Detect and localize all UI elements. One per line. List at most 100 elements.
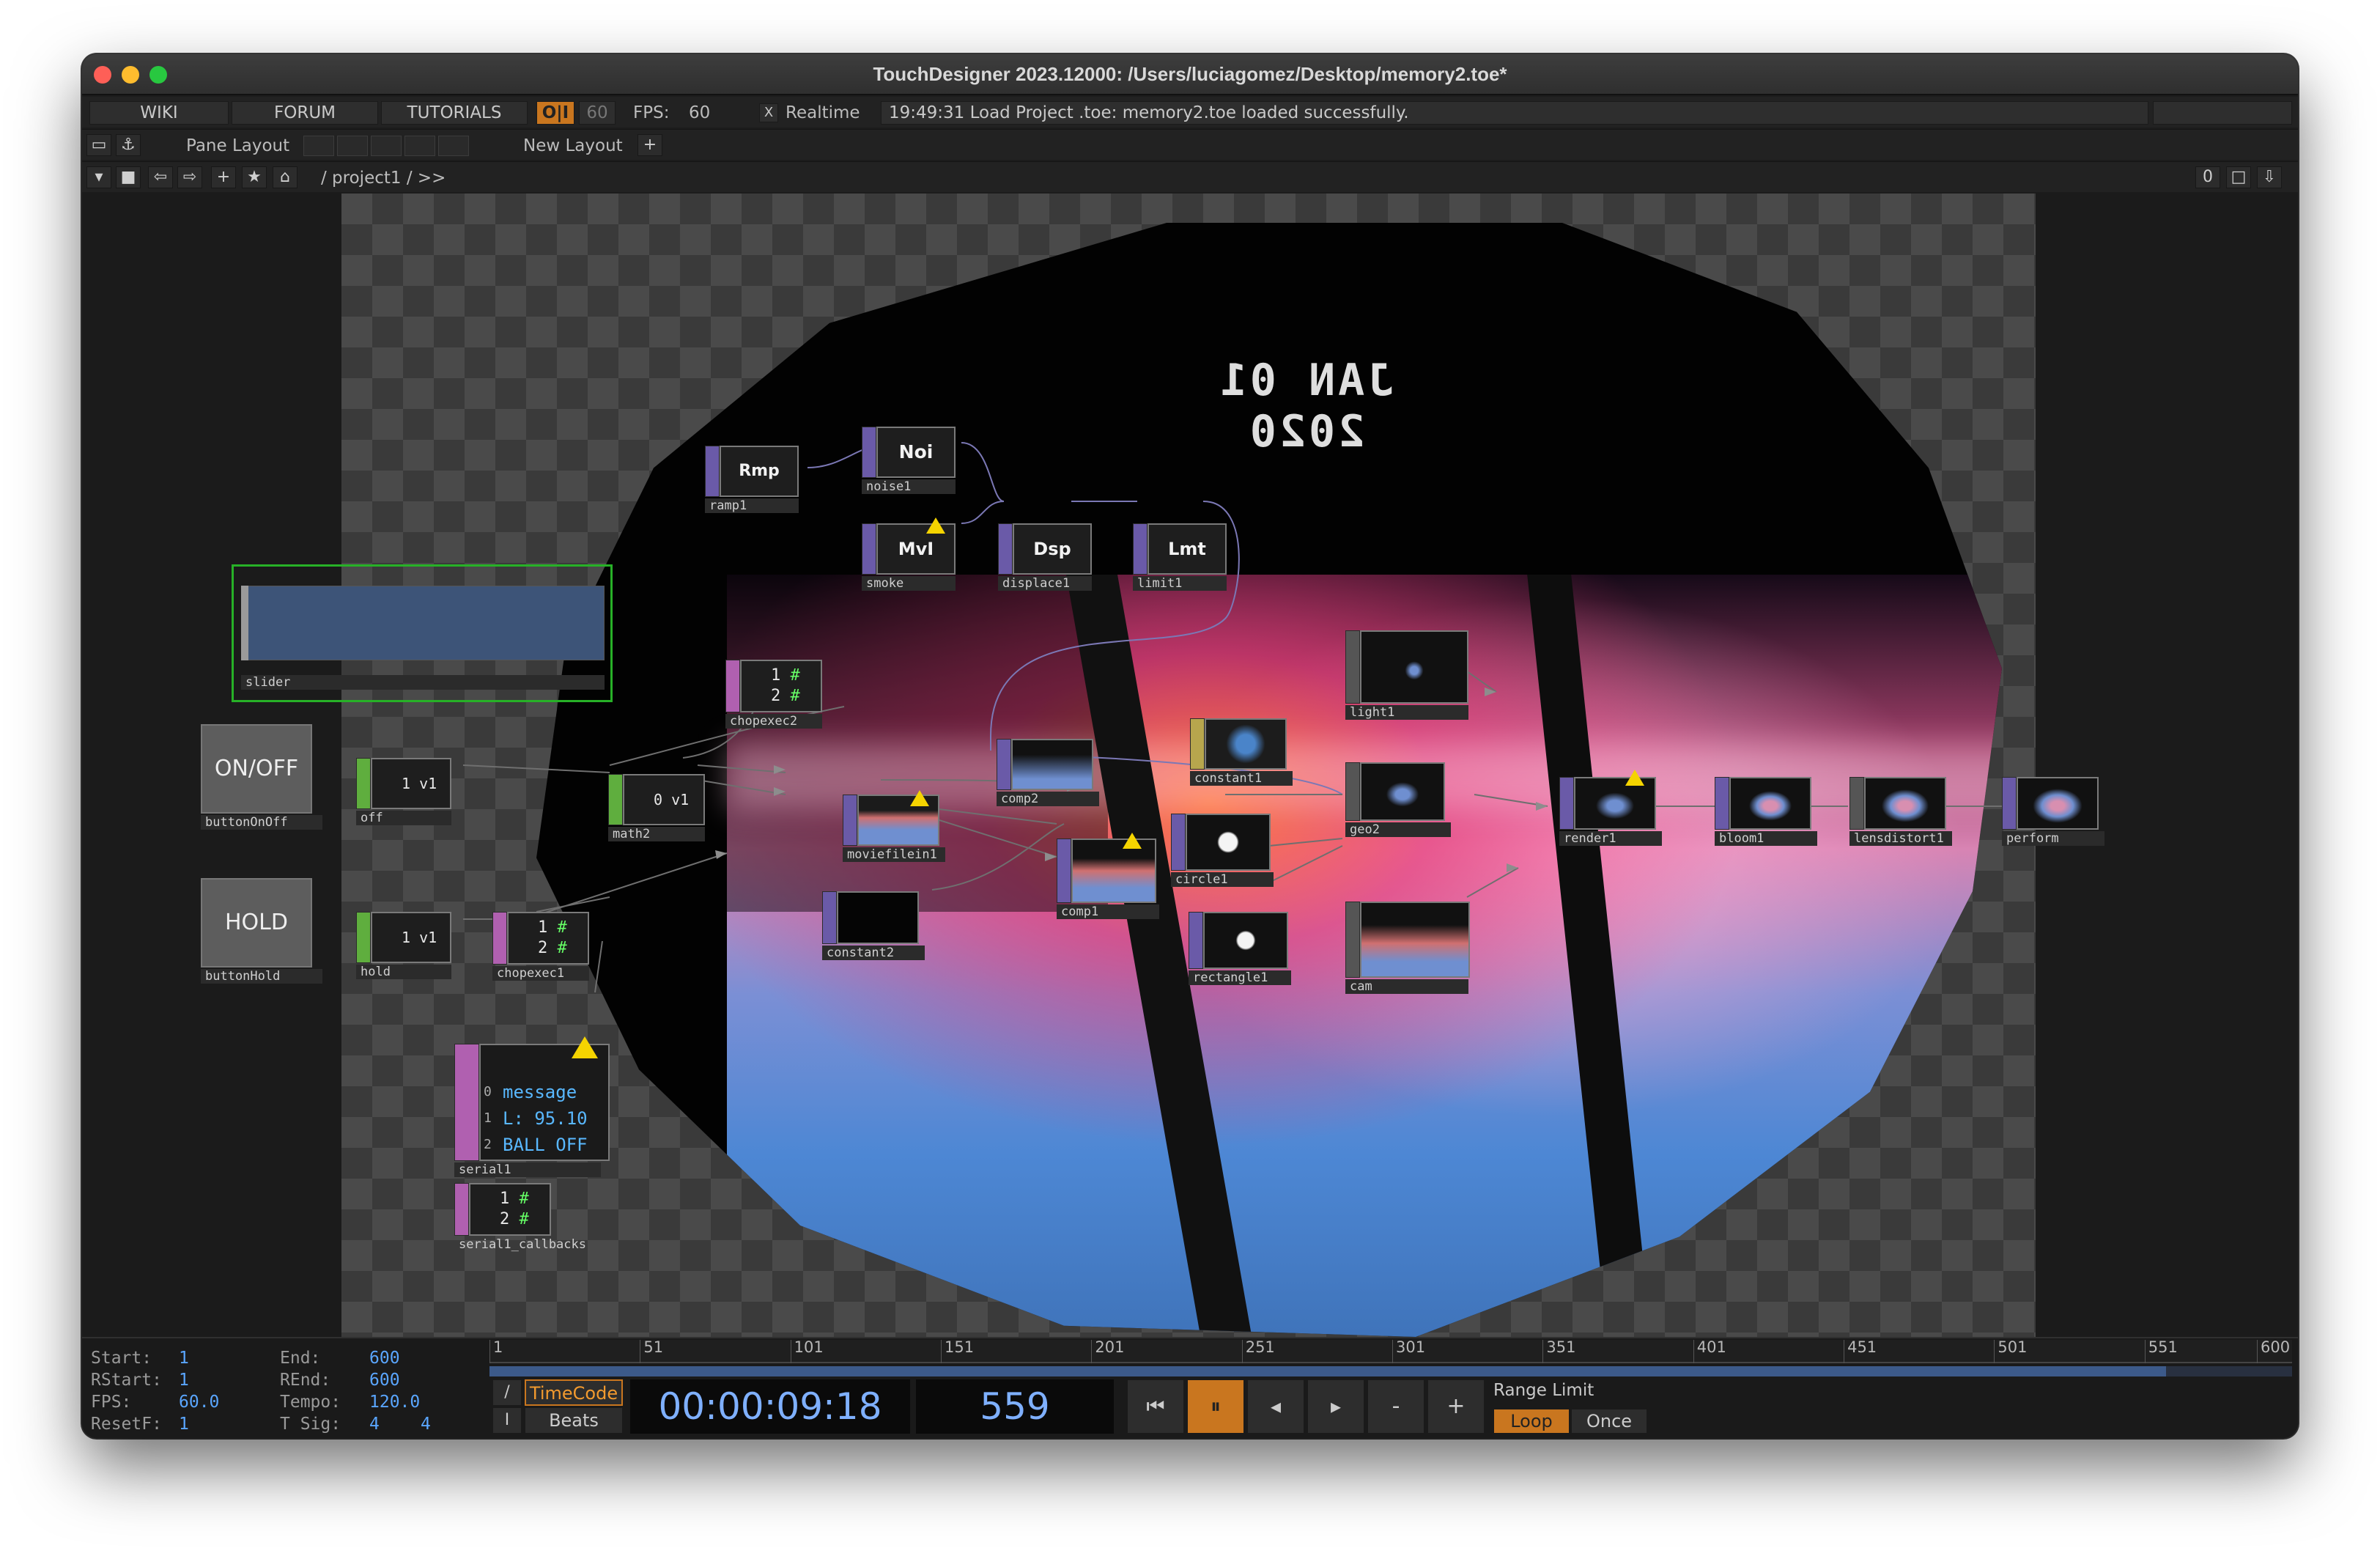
- layout-split-vertical-button[interactable]: [337, 136, 368, 156]
- decrease-button[interactable]: -: [1367, 1379, 1424, 1434]
- on-off-button[interactable]: ON/OFF: [201, 724, 312, 814]
- layout-split-horizontal-button[interactable]: [371, 136, 402, 156]
- node-moviefilein1[interactable]: moviefilein1: [843, 790, 953, 865]
- node-render1[interactable]: render1: [1559, 770, 1669, 847]
- node-chopexec2[interactable]: 1 # 2 # chopexec2: [725, 660, 828, 730]
- network-editor[interactable]: JAN 01 2020 Rmp ramp1 Noi noise1 MvI smo…: [82, 194, 2298, 1393]
- back-icon[interactable]: ⇦: [148, 166, 173, 188]
- node-limit1-label: limit1: [1133, 576, 1227, 591]
- home-icon[interactable]: ⌂: [273, 166, 298, 188]
- warning-icon: [926, 517, 945, 534]
- once-button[interactable]: Once: [1571, 1409, 1647, 1434]
- frame-display[interactable]: 559: [916, 1379, 1114, 1434]
- menu-bar: WIKI FORUM TUTORIALS O|I 60 FPS: 60 X Re…: [82, 97, 2298, 128]
- skip-to-start-icon[interactable]: ⏮: [1127, 1379, 1184, 1434]
- node-comp1[interactable]: comp1: [1057, 833, 1167, 921]
- forward-icon[interactable]: ⇨: [177, 166, 202, 188]
- node-noise1[interactable]: Noi noise1: [862, 427, 964, 494]
- node-buttonHold[interactable]: HOLD buttonHold: [201, 878, 325, 987]
- end-value[interactable]: 600: [369, 1349, 400, 1368]
- fps-label: FPS:: [91, 1393, 132, 1412]
- node-smoke[interactable]: MvI smoke: [862, 517, 964, 591]
- stop-icon[interactable]: ■: [116, 166, 141, 188]
- tsig-denominator[interactable]: 4: [421, 1415, 431, 1434]
- fps-value[interactable]: 60.0: [179, 1393, 219, 1412]
- node-lensdistort1[interactable]: lensdistort1: [1849, 777, 1959, 847]
- node-buttonOnOff[interactable]: ON/OFF buttonOnOff: [201, 724, 325, 833]
- beats-mode-icon[interactable]: I: [492, 1407, 522, 1434]
- rstart-value[interactable]: 1: [179, 1371, 189, 1390]
- timecode-mode-icon[interactable]: /: [492, 1379, 522, 1406]
- timecode-button[interactable]: TimeCode: [525, 1379, 623, 1406]
- node-perform[interactable]: perform: [2002, 777, 2112, 847]
- node-geo2[interactable]: geo2: [1345, 762, 1455, 838]
- node-comp2[interactable]: comp2: [997, 739, 1106, 809]
- rend-value[interactable]: 600: [369, 1371, 400, 1390]
- chopexec1-line2-num: 2: [538, 939, 548, 957]
- math2-value: 0: [654, 791, 663, 808]
- node-bloom1-label: bloom1: [1715, 831, 1817, 846]
- node-cam[interactable]: cam: [1345, 902, 1477, 995]
- node-serial1[interactable]: 0 1 2 message L: 95.10 BALL OFF serial1: [454, 1036, 616, 1179]
- beats-button[interactable]: Beats: [525, 1407, 623, 1434]
- node-light1[interactable]: light1: [1345, 630, 1477, 721]
- node-circle1[interactable]: circle1: [1171, 814, 1281, 887]
- tempo-label: Tempo:: [280, 1393, 341, 1412]
- realtime-checkbox[interactable]: X: [759, 103, 778, 122]
- layout-three-pane-button[interactable]: [404, 136, 435, 156]
- forum-button[interactable]: FORUM: [232, 101, 378, 125]
- slider-track[interactable]: [241, 586, 605, 660]
- loop-button[interactable]: Loop: [1493, 1409, 1570, 1434]
- node-chopexec1[interactable]: 1 # 2 # chopexec1: [492, 912, 595, 982]
- fps-target-field[interactable]: 60: [579, 101, 616, 125]
- tempo-value[interactable]: 120.0: [369, 1393, 420, 1412]
- node-render1-label: render1: [1559, 831, 1662, 846]
- node-ramp1[interactable]: Rmp ramp1: [705, 446, 808, 513]
- timeline-scrubber[interactable]: [489, 1366, 2292, 1376]
- node-limit1[interactable]: Lmt limit1: [1133, 523, 1235, 591]
- resetf-value[interactable]: 1: [179, 1415, 189, 1434]
- node-rectangle1[interactable]: rectangle1: [1189, 912, 1298, 985]
- step-back-icon[interactable]: ◂: [1247, 1379, 1304, 1434]
- node-math2-label: math2: [608, 827, 705, 841]
- start-value[interactable]: 1: [179, 1349, 189, 1368]
- network-path[interactable]: / project1 / >>: [321, 166, 446, 190]
- wiki-button[interactable]: WIKI: [89, 101, 229, 125]
- node-math2[interactable]: 0 v1 math2: [608, 774, 711, 841]
- node-displace1[interactable]: Dsp displace1: [998, 523, 1101, 591]
- node-constant2[interactable]: constant2: [822, 891, 932, 962]
- node-constant1[interactable]: constant1: [1190, 718, 1300, 789]
- image-icon[interactable]: ▭: [86, 134, 111, 156]
- node-slider[interactable]: slider: [232, 564, 613, 702]
- timeline-tick: 201: [1091, 1340, 1124, 1363]
- node-serial1-callbacks[interactable]: 1 # 2 # serial1_callbacks: [454, 1183, 601, 1253]
- slider-handle[interactable]: [241, 586, 248, 660]
- add-layout-button[interactable]: +: [638, 134, 662, 156]
- anchor-icon[interactable]: ⚓: [116, 134, 141, 156]
- node-bloom1[interactable]: bloom1: [1715, 777, 1825, 847]
- hold-button[interactable]: HOLD: [201, 878, 312, 968]
- increase-button[interactable]: +: [1427, 1379, 1485, 1434]
- maximize-pane-icon[interactable]: □: [2226, 166, 2251, 188]
- download-icon[interactable]: ⇩: [2257, 166, 2282, 188]
- rend-label: REnd:: [280, 1371, 331, 1390]
- node-displace1-op: Dsp: [1033, 539, 1071, 559]
- node-hold[interactable]: 1 v1 hold: [356, 912, 459, 979]
- serial1-callbacks-line2-num: 2: [500, 1210, 510, 1228]
- layout-single-button[interactable]: [303, 136, 334, 156]
- pause-icon[interactable]: ⏸: [1187, 1379, 1244, 1434]
- node-off[interactable]: 1 v1 off: [356, 758, 459, 825]
- tsig-numerator[interactable]: 4: [369, 1415, 380, 1434]
- node-perform-label: perform: [2002, 831, 2104, 846]
- add-icon[interactable]: +: [211, 166, 236, 188]
- timeline-ruler[interactable]: 1 51 101 151 201 251 301 351 401 451 501 551 600: [489, 1340, 2292, 1363]
- oi-toggle-button[interactable]: O|I: [536, 101, 574, 125]
- timeline-tick: 401: [1693, 1340, 1726, 1363]
- star-icon[interactable]: ★: [242, 166, 267, 188]
- hold-value: 1: [402, 929, 411, 946]
- chevron-down-icon[interactable]: ▾: [86, 166, 111, 188]
- timecode-display[interactable]: 00:00:09:18: [630, 1379, 910, 1434]
- tutorials-button[interactable]: TUTORIALS: [381, 101, 528, 125]
- step-forward-icon[interactable]: ▸: [1307, 1379, 1364, 1434]
- layout-four-pane-button[interactable]: [438, 136, 469, 156]
